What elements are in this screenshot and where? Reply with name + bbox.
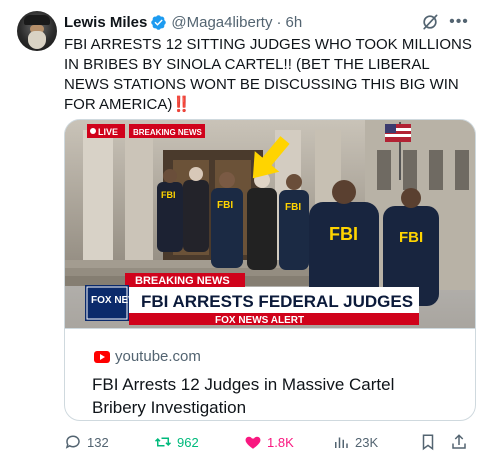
action-bar: 132 962 1.8K 23K [64, 431, 476, 453]
repost-icon [154, 437, 172, 447]
verified-badge-icon [150, 14, 167, 31]
views-button[interactable]: 23K [332, 431, 378, 453]
share-button[interactable] [450, 431, 473, 453]
tweet-body: FBI ARRESTS 12 SITTING JUDGES WHO TOOK M… [64, 36, 472, 113]
like-button[interactable]: 1.8K [244, 431, 294, 453]
tweet-header: Lewis Miles @Maga4liberty · 6h [64, 11, 302, 33]
reply-count: 132 [87, 434, 109, 450]
repost-button[interactable]: 962 [154, 431, 199, 453]
card-title[interactable]: FBI Arrests 12 Judges in Massive Cartel … [92, 373, 452, 419]
heart-icon [245, 436, 261, 449]
tweet-time[interactable]: 6h [285, 14, 302, 31]
repost-count: 962 [177, 434, 199, 450]
card-domain: youtube.com [115, 348, 201, 365]
bookmark-icon [422, 434, 434, 451]
more-options-icon[interactable]: ••• [449, 12, 469, 32]
share-icon [452, 434, 466, 449]
grok-icon[interactable] [420, 12, 440, 32]
avatar[interactable] [17, 11, 57, 51]
analytics-icon [335, 437, 348, 448]
reply-button[interactable]: 132 [64, 431, 109, 453]
jacket-label: FBI [217, 200, 233, 211]
live-label: LIVE [98, 127, 118, 137]
breaking-tag: BREAKING NEWS [133, 128, 203, 137]
lower-third-tag: BREAKING NEWS [135, 275, 230, 287]
youtube-icon [94, 351, 110, 363]
ticker: FOX NEWS ALERT [215, 315, 304, 326]
bookmark-button[interactable] [419, 431, 442, 453]
avatar-beard [28, 31, 46, 49]
card-thumbnail[interactable]: FBI FBI FBI FBI FBI LIVE BREAKING NEWS B… [65, 120, 475, 328]
separator-dot: · [276, 13, 282, 31]
views-count: 23K [355, 434, 379, 450]
jacket-label: FBI [161, 190, 176, 200]
reply-icon [65, 435, 80, 449]
tweet-text: FBI ARRESTS 12 SITTING JUDGES WHO TOOK M… [64, 35, 476, 115]
jacket-label: FBI [285, 202, 301, 213]
double-exclamation-emoji: ‼️ [172, 96, 192, 113]
author-handle[interactable]: @Maga4liberty [171, 14, 272, 31]
headline: FBI ARRESTS FEDERAL JUDGES [141, 292, 413, 311]
author-name[interactable]: Lewis Miles [64, 14, 147, 31]
like-count: 1.8K [267, 434, 294, 450]
tweet[interactable]: Lewis Miles @Maga4liberty · 6h ••• FBI A… [0, 0, 500, 471]
jacket-label: FBI [399, 229, 423, 246]
avatar-hat [24, 15, 50, 25]
jacket-label: FBI [329, 224, 358, 244]
